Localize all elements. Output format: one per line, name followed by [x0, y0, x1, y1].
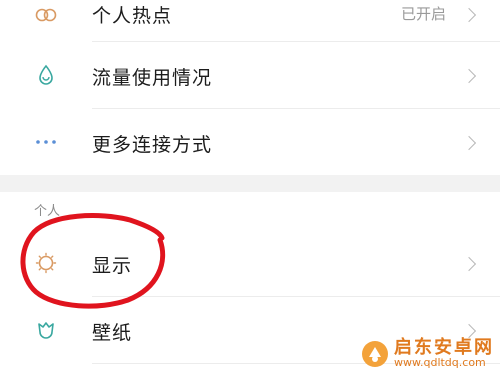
wallpaper-icon	[34, 318, 58, 342]
chevron-right-icon	[461, 68, 477, 84]
section-title: 个人	[34, 204, 61, 219]
more-connections-label: 更多连接方式	[92, 134, 213, 156]
chevron-right-icon	[461, 323, 477, 339]
watermark-logo-icon	[362, 340, 388, 367]
settings-row-hotspot[interactable]: 个人热点 已开启	[0, 0, 500, 40]
watermark-name: 启东安卓网	[394, 336, 494, 358]
settings-row-display[interactable]: 显示	[0, 230, 500, 296]
hotspot-label: 个人热点	[92, 5, 173, 27]
chevron-right-icon	[461, 135, 477, 151]
chevron-right-icon	[461, 7, 477, 23]
display-label: 显示	[92, 255, 133, 277]
wallpaper-label: 壁纸	[92, 322, 133, 344]
watermark: 启东安卓网 www.qdltdq.com	[360, 336, 494, 370]
section-header-personal: 个人	[0, 192, 500, 230]
hotspot-icon	[34, 3, 58, 27]
data-usage-label: 流量使用情况	[92, 67, 213, 89]
more-connections-icon	[34, 130, 58, 154]
hotspot-status: 已开启	[400, 5, 446, 23]
chevron-right-icon	[461, 256, 477, 272]
section-gap	[0, 175, 500, 192]
settings-row-more-connections[interactable]: 更多连接方式	[0, 109, 500, 175]
watermark-url: www.qdltdq.com	[394, 356, 486, 370]
brightness-icon	[34, 251, 58, 275]
data-usage-icon	[34, 63, 58, 87]
settings-row-data-usage[interactable]: 流量使用情况	[0, 42, 500, 108]
